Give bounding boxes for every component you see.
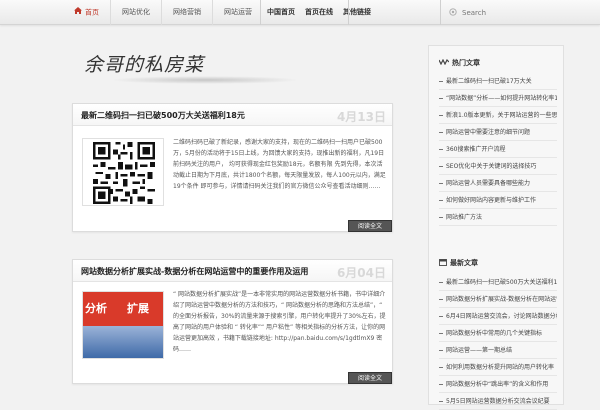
post-thumbnail[interactable]: 分析 扩展 (82, 291, 164, 359)
nav-item-seo[interactable]: 网站优化 (111, 0, 162, 25)
nav-mid-item-3[interactable]: 其他链接 (338, 0, 376, 25)
hot-posts-title: 热门文章 (452, 59, 480, 67)
nav-home[interactable]: 首页 (72, 0, 111, 25)
nav-mid-item-1[interactable]: 中国首页 (262, 0, 300, 25)
latest-posts-title: 最新文章 (450, 259, 478, 267)
logo-shadow (110, 76, 300, 84)
search-input[interactable] (462, 8, 582, 17)
list-item[interactable]: “网站数据”分析——如何提升网站转化率10%的实战方法 (439, 90, 557, 107)
post-excerpt: “ 网站数据分析扩展实战”是一本非常实用的网站运营数据分析书籍，书中详细介绍了网… (173, 291, 386, 353)
sidebar-section-title: 热门文章 (438, 58, 480, 68)
list-item[interactable]: 网站推广方法 (439, 209, 557, 226)
nav-divider (348, 0, 349, 25)
post-card: 网站数据分析扩展实战-数据分析在网站运营中的重要作用及运用 6月04日 分析 扩… (72, 259, 393, 384)
post-excerpt: 二维码扫码已破了新纪录，感谢大家的支持，现在的二维码扫一扫用户已破500万，5月… (173, 139, 386, 190)
home-icon (74, 0, 82, 25)
post-card: 最新二维码扫一扫已破500万大关送福利18元 4月13日 二维码扫码已破了新纪录… (72, 103, 393, 232)
logo-text: 余哥的私房菜 (84, 54, 205, 76)
calendar-icon (439, 258, 447, 268)
list-item[interactable]: 网站运营人员需要具备哪些能力 (439, 175, 557, 192)
list-item[interactable]: 网站数据分析中常用的几个关键指标 (439, 325, 557, 342)
top-nav-bar: 首页 网站优化 网络营销 网站运营 中国首页 首页在线 其他链接 (0, 0, 600, 25)
read-more-button[interactable]: 阅读全文 (348, 372, 392, 384)
list-item[interactable]: 如何做好网站内容更新与维护工作 (439, 192, 557, 209)
hot-posts-list: 最新二维码扫一扫已破17万大关 “网站数据”分析——如何提升网站转化率10%的实… (439, 73, 557, 226)
post-header: 最新二维码扫一扫已破500万大关送福利18元 4月13日 (73, 104, 392, 126)
sidebar: 热门文章 最新二维码扫一扫已破17万大关 “网站数据”分析——如何提升网站转化率… (428, 45, 564, 410)
list-item[interactable]: 360搜索推广开户流程 (439, 141, 557, 158)
sidebar-section-title: 最新文章 (439, 258, 478, 268)
list-item[interactable]: 网站运营中需要注意的细节问题 (439, 124, 557, 141)
nav-home-label: 首页 (85, 8, 99, 17)
banner-blue-band (83, 326, 163, 358)
post-date: 6月04日 (336, 266, 386, 280)
qr-code-image (93, 142, 155, 204)
list-item[interactable]: 最新二维码扫一扫已破500万大关送福利18元 (439, 274, 557, 291)
latest-posts-list: 最新二维码扫一扫已破500万大关送福利18元 网站数据分析扩展实战-数据分析在网… (439, 274, 557, 410)
secondary-nav: 中国首页 首页在线 其他链接 (262, 0, 376, 25)
post-title[interactable]: 网站数据分析扩展实战-数据分析在网站运营中的重要作用及运用 (81, 266, 308, 277)
search-icon (449, 7, 457, 18)
list-item[interactable]: SEO优化中关于关键词的选择技巧 (439, 158, 557, 175)
list-item[interactable]: 新浪1.0版本更新，关于网站运营的一些思考 (439, 107, 557, 124)
nav-item-operation[interactable]: 网站运营 (213, 0, 263, 25)
search-box (440, 0, 600, 25)
list-item[interactable]: 网站运营——第一期总结 (439, 342, 557, 359)
main-nav: 首页 网站优化 网络营销 网站运营 (72, 0, 263, 25)
banner-word: 扩展 (127, 302, 149, 315)
banner-word: 分析 (85, 302, 107, 315)
list-item[interactable]: 最新二维码扫一扫已破17万大关 (439, 73, 557, 90)
list-item[interactable]: 如何利用数据分析提升网站的用户转化率 (439, 359, 557, 376)
nav-mid-item-2[interactable]: 首页在线 (300, 0, 338, 25)
list-item[interactable]: 6月4日网站运营交流会，讨论网站数据分析与用户体验 (439, 308, 557, 325)
wave-icon (438, 58, 450, 67)
list-item[interactable]: 网站数据分析扩展实战-数据分析在网站运营中的重要作用及运用 (439, 291, 557, 308)
post-title[interactable]: 最新二维码扫一扫已破500万大关送福利18元 (81, 110, 245, 121)
nav-divider (260, 0, 261, 25)
nav-item-marketing[interactable]: 网络营销 (162, 0, 213, 25)
read-more-button[interactable]: 阅读全文 (348, 220, 392, 232)
post-header: 网站数据分析扩展实战-数据分析在网站运营中的重要作用及运用 6月04日 (73, 260, 392, 282)
list-item[interactable]: 网站数据分析中“跳出率”的含义和作用 (439, 376, 557, 393)
site-logo[interactable]: 余哥的私房菜 (84, 50, 300, 90)
list-item[interactable]: 5月5日网站运营数据分析交流会议纪要 (439, 393, 557, 410)
post-date: 4月13日 (336, 110, 386, 124)
banner-image: 分析 扩展 (83, 292, 163, 358)
post-thumbnail[interactable] (82, 138, 164, 206)
